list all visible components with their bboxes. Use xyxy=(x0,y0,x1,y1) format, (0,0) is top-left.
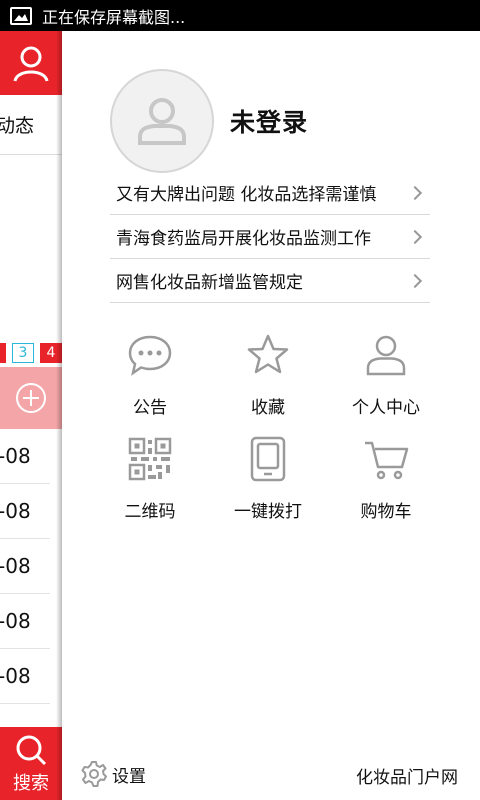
add-button[interactable] xyxy=(0,367,62,429)
grid-label: 一键拨打 xyxy=(234,502,302,522)
settings-button[interactable]: 设置 xyxy=(80,760,146,788)
user-button[interactable] xyxy=(0,31,62,95)
status-text: 正在保存屏幕截图... xyxy=(42,7,186,27)
list-item[interactable]: -08 xyxy=(0,484,50,539)
cart-button[interactable]: 购物车 xyxy=(328,435,444,535)
image-icon xyxy=(10,6,32,25)
grid-label: 公告 xyxy=(133,398,167,418)
grid-label: 个人中心 xyxy=(352,398,420,418)
page-2[interactable] xyxy=(0,343,6,363)
gear-icon xyxy=(81,761,107,787)
list-item[interactable]: -08 xyxy=(0,429,50,484)
cart-icon xyxy=(362,435,410,483)
portal-link[interactable]: 化妆品门户网 xyxy=(356,763,458,788)
chevron-right-icon xyxy=(407,273,423,288)
star-icon xyxy=(244,331,292,379)
list-item-date: -08 xyxy=(0,444,31,468)
tab-dynamics-label: 动态 xyxy=(0,115,35,137)
tab-dynamics[interactable]: 动态 xyxy=(0,95,62,155)
news-item[interactable]: 青海食药监局开展化妆品监测工作 xyxy=(110,215,430,259)
plus-circle-icon xyxy=(16,383,46,413)
favorites-button[interactable]: 收藏 xyxy=(210,331,326,431)
search-button[interactable]: 搜索 xyxy=(0,727,62,800)
news-item[interactable]: 网售化妆品新增监管规定 xyxy=(110,259,430,303)
grid-label: 购物车 xyxy=(360,502,412,522)
avatar[interactable] xyxy=(110,69,214,173)
grid-label: 二维码 xyxy=(124,502,176,522)
chat-bubble-icon xyxy=(126,331,174,379)
qr-code-button[interactable]: 二维码 xyxy=(92,435,208,535)
list-item[interactable]: -08 xyxy=(0,649,50,704)
list-item[interactable]: -08 xyxy=(0,539,50,594)
qr-code-icon xyxy=(126,435,174,483)
page-3[interactable]: 3 xyxy=(12,343,34,363)
person-placeholder-icon xyxy=(138,98,186,145)
side-drawer: 未登录 又有大牌出问题 化妆品选择需谨慎 青海食药监局开展化妆品监测工作 网售化… xyxy=(62,31,480,800)
search-label: 搜索 xyxy=(13,772,49,794)
chevron-right-icon xyxy=(407,229,423,244)
news-title: 又有大牌出问题 化妆品选择需谨慎 xyxy=(116,185,377,205)
personal-center-button[interactable]: 个人中心 xyxy=(328,331,444,431)
user-icon xyxy=(13,46,49,82)
list-item-date: -08 xyxy=(0,664,31,688)
settings-label: 设置 xyxy=(112,766,146,787)
list-item-date: -08 xyxy=(0,609,31,633)
login-status[interactable]: 未登录 xyxy=(230,103,308,139)
person-icon xyxy=(362,331,410,379)
news-list: 又有大牌出问题 化妆品选择需谨慎 青海食药监局开展化妆品监测工作 网售化妆品新增… xyxy=(110,171,430,303)
announcement-button[interactable]: 公告 xyxy=(92,331,208,431)
phone-icon xyxy=(244,435,292,483)
background-page: 动态 3 4 -08 -08 -08 -08 -08 搜索 xyxy=(0,31,62,800)
status-bar: 正在保存屏幕截图... xyxy=(0,0,480,31)
list-item-date: -08 xyxy=(0,499,31,523)
grid-label: 收藏 xyxy=(251,398,285,418)
chevron-right-icon xyxy=(407,185,423,200)
news-item[interactable]: 又有大牌出问题 化妆品选择需谨慎 xyxy=(110,171,430,215)
news-title: 网售化妆品新增监管规定 xyxy=(116,273,303,293)
drawer-footer: 设置 化妆品门户网 xyxy=(62,756,480,796)
one-touch-call-button[interactable]: 一键拨打 xyxy=(210,435,326,535)
list-item[interactable]: -08 xyxy=(0,594,50,649)
news-title: 青海食药监局开展化妆品监测工作 xyxy=(116,229,371,249)
search-icon xyxy=(16,735,47,765)
pagination: 3 4 xyxy=(0,342,62,364)
list-item-date: -08 xyxy=(0,554,31,578)
